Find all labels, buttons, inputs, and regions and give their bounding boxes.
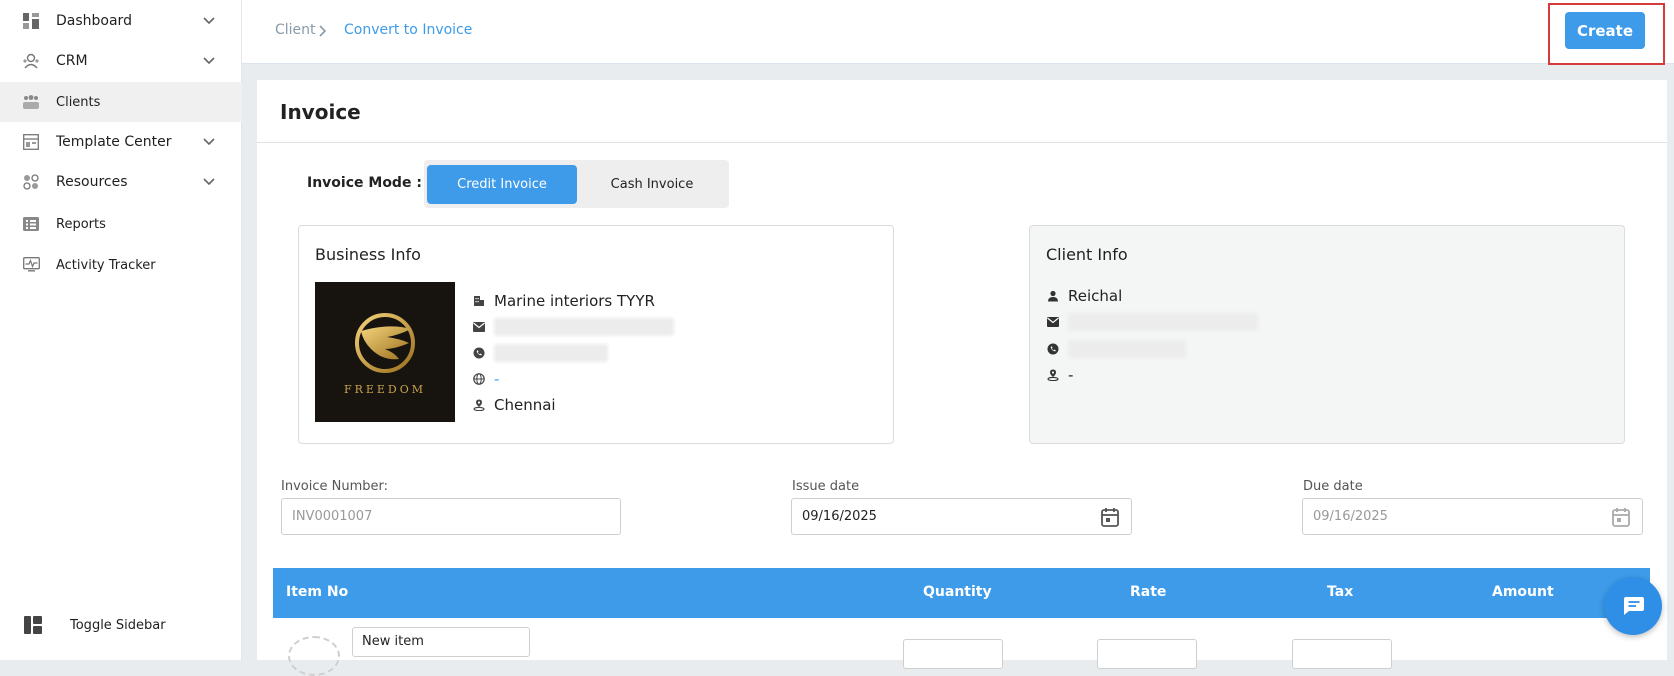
due-date-value: 09/16/2025 [1313, 509, 1388, 524]
sidebar-item-dashboard[interactable]: Dashboard [0, 1, 242, 41]
client-phone-row [1046, 340, 1186, 358]
sidebar-item-label: Template Center [56, 134, 172, 150]
issue-date-field[interactable]: 09/16/2025 [791, 498, 1132, 535]
cash-invoice-button[interactable]: Cash Invoice [577, 165, 727, 204]
due-date-field[interactable]: 09/16/2025 [1302, 498, 1643, 535]
globe-icon [472, 372, 486, 386]
credit-invoice-button[interactable]: Credit Invoice [427, 165, 577, 204]
page-title: Invoice [280, 100, 361, 124]
sidebar-item-label: CRM [56, 53, 88, 69]
rate-field[interactable] [1097, 639, 1197, 669]
mail-icon [472, 320, 486, 334]
business-website-row: - [472, 370, 499, 388]
crm-icon [22, 52, 40, 70]
sidebar-item-label: Activity Tracker [56, 257, 156, 273]
business-location: Chennai [494, 396, 556, 414]
activity-icon [22, 256, 40, 274]
business-location-row: Chennai [472, 396, 556, 414]
col-tax: Tax [1327, 584, 1354, 600]
chat-icon [1624, 597, 1644, 615]
client-email-redacted [1068, 313, 1258, 331]
client-location-row: - [1046, 366, 1073, 384]
breadcrumb-current: Convert to Invoice [344, 22, 473, 38]
toggle-sidebar-label: Toggle Sidebar [70, 617, 166, 633]
client-name-row: Reichal [1046, 287, 1122, 305]
client-location: - [1068, 366, 1074, 384]
business-email-row [472, 318, 674, 336]
tax-field[interactable] [1292, 639, 1392, 669]
item-name-field[interactable]: New item [352, 627, 530, 657]
business-website[interactable]: - [494, 370, 499, 388]
business-name: Marine interiors TYYR [494, 292, 655, 310]
calendar-icon[interactable] [1612, 507, 1630, 527]
invoice-mode-toggle: Credit Invoice Cash Invoice [424, 160, 729, 208]
building-icon [472, 294, 486, 308]
divider [257, 142, 1667, 143]
phone-icon [1046, 342, 1060, 356]
client-info-title: Client Info [1046, 245, 1128, 264]
chevron-down-icon [203, 138, 215, 146]
business-logo: FREEDOM [315, 282, 455, 422]
dashboard-icon [22, 12, 40, 30]
business-info-title: Business Info [315, 245, 421, 264]
breadcrumb-client-link[interactable]: Client [275, 22, 316, 38]
sidebar-item-label: Resources [56, 174, 128, 190]
clients-icon [22, 93, 40, 111]
col-rate: Rate [1130, 584, 1167, 600]
client-email-row [1046, 313, 1258, 331]
invoice-number-field[interactable]: INV0001007 [281, 498, 621, 535]
toggle-sidebar-button[interactable]: Toggle Sidebar [0, 605, 242, 645]
sidebar-toggle-icon [24, 616, 42, 634]
sidebar-item-label: Dashboard [56, 13, 132, 29]
item-name-value: New item [362, 634, 424, 649]
invoice-mode-label: Invoice Mode : [307, 175, 422, 191]
client-name: Reichal [1068, 287, 1123, 305]
quantity-field[interactable] [903, 639, 1003, 669]
location-icon [472, 398, 486, 412]
issue-date-value: 09/16/2025 [802, 509, 877, 524]
user-icon [1046, 289, 1060, 303]
sidebar-item-crm[interactable]: CRM [0, 41, 242, 81]
invoice-number-label: Invoice Number: [281, 479, 388, 494]
item-image-placeholder[interactable] [288, 636, 340, 676]
app-window: Dashboard CRM Clients Template Center Re… [0, 0, 1674, 676]
create-button[interactable]: Create [1565, 12, 1645, 49]
due-date-label: Due date [1303, 479, 1363, 494]
freedom-wing-icon [355, 312, 415, 373]
sidebar-item-reports[interactable]: Reports [0, 204, 242, 244]
chevron-right-icon [319, 25, 327, 37]
sidebar-item-label: Reports [56, 216, 106, 232]
mail-icon [1046, 315, 1060, 329]
chevron-down-icon [203, 17, 215, 25]
reports-icon [22, 215, 40, 233]
sidebar-item-label: Clients [56, 94, 101, 110]
business-email-redacted [494, 318, 674, 336]
col-amount: Amount [1492, 584, 1554, 600]
sidebar-item-clients[interactable]: Clients [0, 82, 242, 122]
phone-icon [472, 346, 486, 360]
calendar-icon[interactable] [1101, 507, 1119, 527]
logo-text: FREEDOM [343, 382, 427, 396]
chat-support-button[interactable] [1604, 577, 1662, 635]
location-icon [1046, 368, 1060, 382]
chevron-down-icon [203, 57, 215, 65]
sidebar: Dashboard CRM Clients Template Center Re… [0, 0, 242, 660]
template-icon [22, 133, 40, 151]
sidebar-item-template-center[interactable]: Template Center [0, 122, 242, 162]
invoice-number-placeholder: INV0001007 [292, 509, 373, 524]
col-quantity: Quantity [923, 584, 992, 600]
client-phone-redacted [1068, 340, 1186, 358]
col-item-no: Item No [286, 584, 349, 600]
resources-icon [22, 173, 40, 191]
business-name-row: Marine interiors TYYR [472, 292, 655, 310]
sidebar-item-resources[interactable]: Resources [0, 162, 242, 202]
business-phone-redacted [494, 344, 608, 362]
chevron-down-icon [203, 178, 215, 186]
business-phone-row [472, 344, 608, 362]
sidebar-item-activity-tracker[interactable]: Activity Tracker [0, 245, 242, 285]
items-table-header: Item No Quantity Rate Tax Amount [273, 568, 1650, 618]
issue-date-label: Issue date [792, 479, 860, 494]
